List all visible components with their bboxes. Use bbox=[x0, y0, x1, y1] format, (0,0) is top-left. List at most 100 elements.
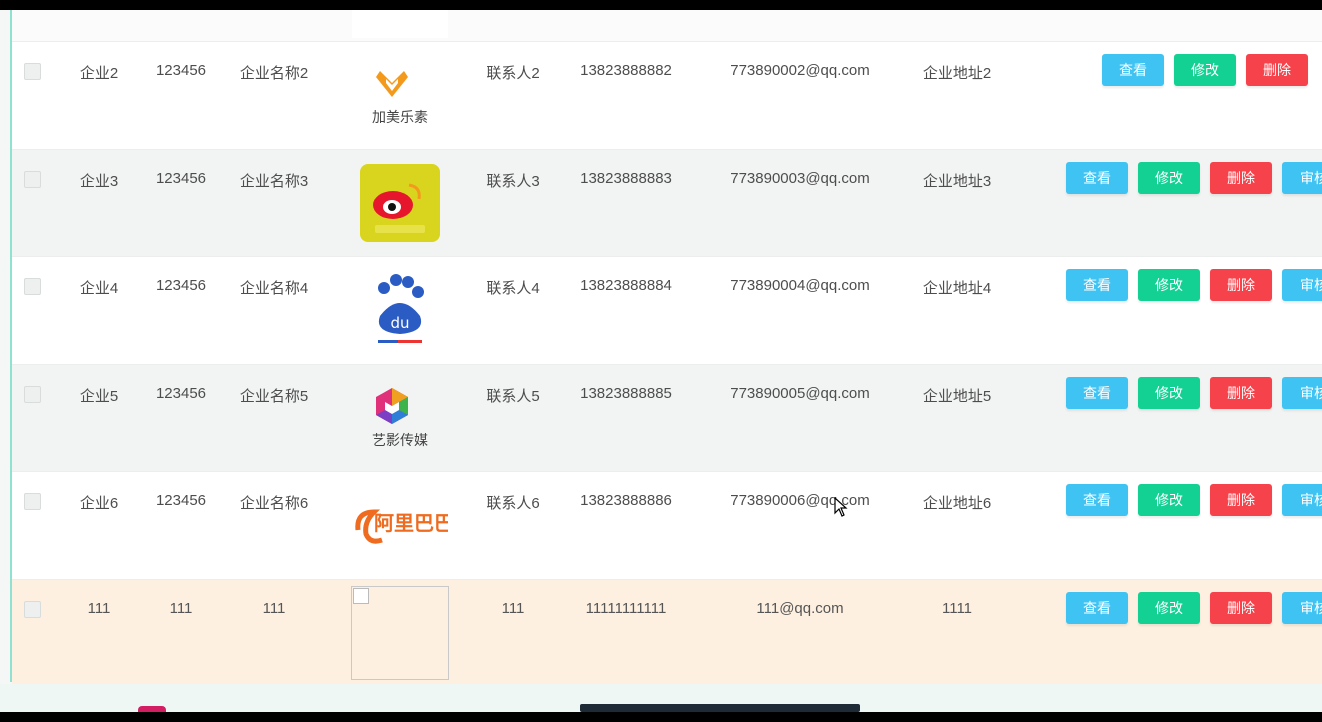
footer-strip bbox=[0, 684, 1322, 712]
baidu-logo-text: du bbox=[390, 314, 409, 332]
phone-cell: 13823888885 bbox=[580, 384, 672, 402]
company-table: 企业2 123456 企业名称2 加美乐素 联系人2 13823888882 7… bbox=[12, 10, 1322, 687]
mouse-cursor-icon bbox=[834, 497, 848, 517]
row-actions: 查看 修改 删除 审核 bbox=[1066, 269, 1322, 302]
address-cell: 企业地址2 bbox=[922, 65, 992, 82]
company-name-cell: 企业5 bbox=[79, 387, 119, 405]
address-cell: 企业地址6 bbox=[922, 495, 992, 513]
view-button[interactable]: 查看 bbox=[1066, 484, 1128, 517]
company-fullname-cell: 企业名称2 bbox=[239, 65, 309, 82]
delete-button[interactable]: 删除 bbox=[1210, 591, 1272, 624]
contact-cell: 联系人5 bbox=[486, 387, 540, 405]
broken-image bbox=[350, 585, 450, 681]
address-cell: 企业地址5 bbox=[922, 387, 992, 405]
company-fullname-cell: 企业名称3 bbox=[239, 172, 309, 190]
company-fullname-cell: 企业名称6 bbox=[239, 495, 309, 513]
company-code-cell: 123456 bbox=[155, 492, 207, 510]
audit-button[interactable]: 审核 bbox=[1282, 484, 1322, 517]
row-checkbox[interactable] bbox=[24, 63, 41, 80]
alibaba-logo-mark: 阿里巴巴 bbox=[355, 509, 448, 544]
company-fullname-cell: 111 bbox=[262, 599, 286, 617]
email-cell: 773890002@qq.com bbox=[730, 62, 870, 79]
company-fullname-cell: 企业名称5 bbox=[239, 387, 309, 405]
broken-image-frame bbox=[351, 585, 449, 680]
table-row: 企业2 123456 企业名称2 加美乐素 联系人2 13823888882 7… bbox=[12, 41, 1322, 149]
row-actions: 查看 修改 删除 审核 bbox=[1066, 376, 1322, 409]
previous-row-tail bbox=[12, 10, 1322, 41]
email-cell: 111@qq.com bbox=[756, 599, 844, 617]
company-name-cell: 企业3 bbox=[79, 172, 119, 190]
delete-button[interactable]: 删除 bbox=[1210, 484, 1272, 517]
audit-button[interactable]: 审核 bbox=[1282, 161, 1322, 194]
phone-cell: 13823888883 bbox=[580, 169, 672, 187]
row-checkbox[interactable] bbox=[24, 385, 41, 403]
footer-title-fragment bbox=[580, 704, 860, 712]
email-cell: 773890004@qq.com bbox=[730, 277, 870, 295]
weibo-logo-mark bbox=[360, 163, 440, 242]
audit-button[interactable]: 审核 bbox=[1282, 269, 1322, 302]
address-cell: 企业地址4 bbox=[922, 280, 992, 298]
row-actions: 查看 修改 删除 审核 bbox=[1066, 161, 1322, 194]
company-fullname-cell: 企业名称4 bbox=[239, 280, 309, 298]
delete-button[interactable]: 删除 bbox=[1210, 161, 1272, 194]
table-row: 企业3 123456 企业名称3 联系人3 13823888883 773890… bbox=[12, 148, 1322, 257]
contact-cell: 联系人3 bbox=[486, 172, 540, 190]
company-code-cell: 123456 bbox=[155, 277, 207, 295]
table-row: 111 111 111 111 11111111111 111@qq.com 1… bbox=[12, 578, 1322, 687]
company-name-cell: 111 bbox=[87, 599, 111, 617]
view-button[interactable]: 查看 bbox=[1066, 269, 1128, 302]
footer-pink-mark bbox=[138, 706, 166, 712]
edit-button[interactable]: 修改 bbox=[1138, 484, 1200, 517]
edit-button[interactable]: 修改 bbox=[1138, 161, 1200, 194]
edit-button[interactable]: 修改 bbox=[1138, 591, 1200, 624]
row-checkbox[interactable] bbox=[24, 600, 41, 618]
phone-cell: 13823888884 bbox=[580, 277, 672, 295]
view-button[interactable]: 查看 bbox=[1102, 54, 1164, 86]
broken-image-icon bbox=[353, 587, 369, 604]
view-button[interactable]: 查看 bbox=[1066, 376, 1128, 409]
baidu-logo-mark: du bbox=[378, 274, 424, 344]
alibaba-logo-text: 阿里巴巴 bbox=[374, 511, 448, 535]
phone-cell: 11111111111 bbox=[585, 599, 667, 617]
table-row: 企业5 123456 企业名称5 艺影传媒 联系人5 13823888885 7… bbox=[12, 363, 1322, 472]
row-actions: 查看 修改 删除 bbox=[1102, 54, 1308, 86]
app-frame: 企业2 123456 企业名称2 加美乐素 联系人2 13823888882 7… bbox=[0, 10, 1322, 712]
phone-cell: 13823888886 bbox=[580, 492, 672, 510]
audit-button[interactable]: 审核 bbox=[1282, 591, 1322, 624]
company-code-cell: 111 bbox=[169, 599, 193, 617]
table-row: 企业4 123456 企业名称4 du 联系人4 13823888884 773… bbox=[12, 256, 1322, 364]
address-cell: 企业地址3 bbox=[922, 172, 992, 190]
delete-button[interactable]: 删除 bbox=[1246, 54, 1308, 86]
edit-button[interactable]: 修改 bbox=[1138, 376, 1200, 409]
row-checkbox[interactable] bbox=[24, 278, 41, 296]
table-row: 企业6 123456 企业名称6 阿里巴巴 联系人6 13823888886 7… bbox=[12, 471, 1322, 579]
row-checkbox[interactable] bbox=[24, 493, 41, 511]
email-cell: 773890005@qq.com bbox=[730, 384, 870, 402]
jiamei-logo-text: 加美乐素 bbox=[372, 110, 428, 126]
jiamei-logo: 加美乐素 bbox=[350, 47, 450, 143]
view-button[interactable]: 查看 bbox=[1066, 591, 1128, 624]
alibaba-logo: 阿里巴巴 bbox=[350, 477, 450, 573]
company-code-cell: 123456 bbox=[155, 169, 207, 187]
edit-button[interactable]: 修改 bbox=[1138, 269, 1200, 302]
company-name-cell: 企业2 bbox=[79, 65, 119, 82]
company-code-cell: 123456 bbox=[155, 384, 207, 402]
contact-cell: 111 bbox=[501, 599, 525, 617]
company-code-cell: 123456 bbox=[155, 62, 207, 79]
email-cell: 773890003@qq.com bbox=[730, 169, 870, 187]
row-checkbox[interactable] bbox=[24, 170, 41, 188]
view-button[interactable]: 查看 bbox=[1066, 161, 1128, 194]
yiying-logo-text: 艺影传媒 bbox=[372, 432, 428, 449]
weibo-logo bbox=[350, 155, 450, 251]
contact-cell: 联系人2 bbox=[486, 65, 540, 82]
baidu-logo: du bbox=[350, 262, 450, 358]
edit-button[interactable]: 修改 bbox=[1174, 54, 1236, 86]
row-actions: 查看 修改 删除 审核 bbox=[1066, 591, 1322, 624]
delete-button[interactable]: 删除 bbox=[1210, 376, 1272, 409]
audit-button[interactable]: 审核 bbox=[1282, 376, 1322, 409]
company-name-cell: 企业4 bbox=[79, 280, 119, 298]
delete-button[interactable]: 删除 bbox=[1210, 269, 1272, 302]
yiying-logo-mark bbox=[376, 387, 408, 424]
contact-cell: 联系人6 bbox=[486, 495, 540, 513]
company-name-cell: 企业6 bbox=[79, 495, 119, 513]
